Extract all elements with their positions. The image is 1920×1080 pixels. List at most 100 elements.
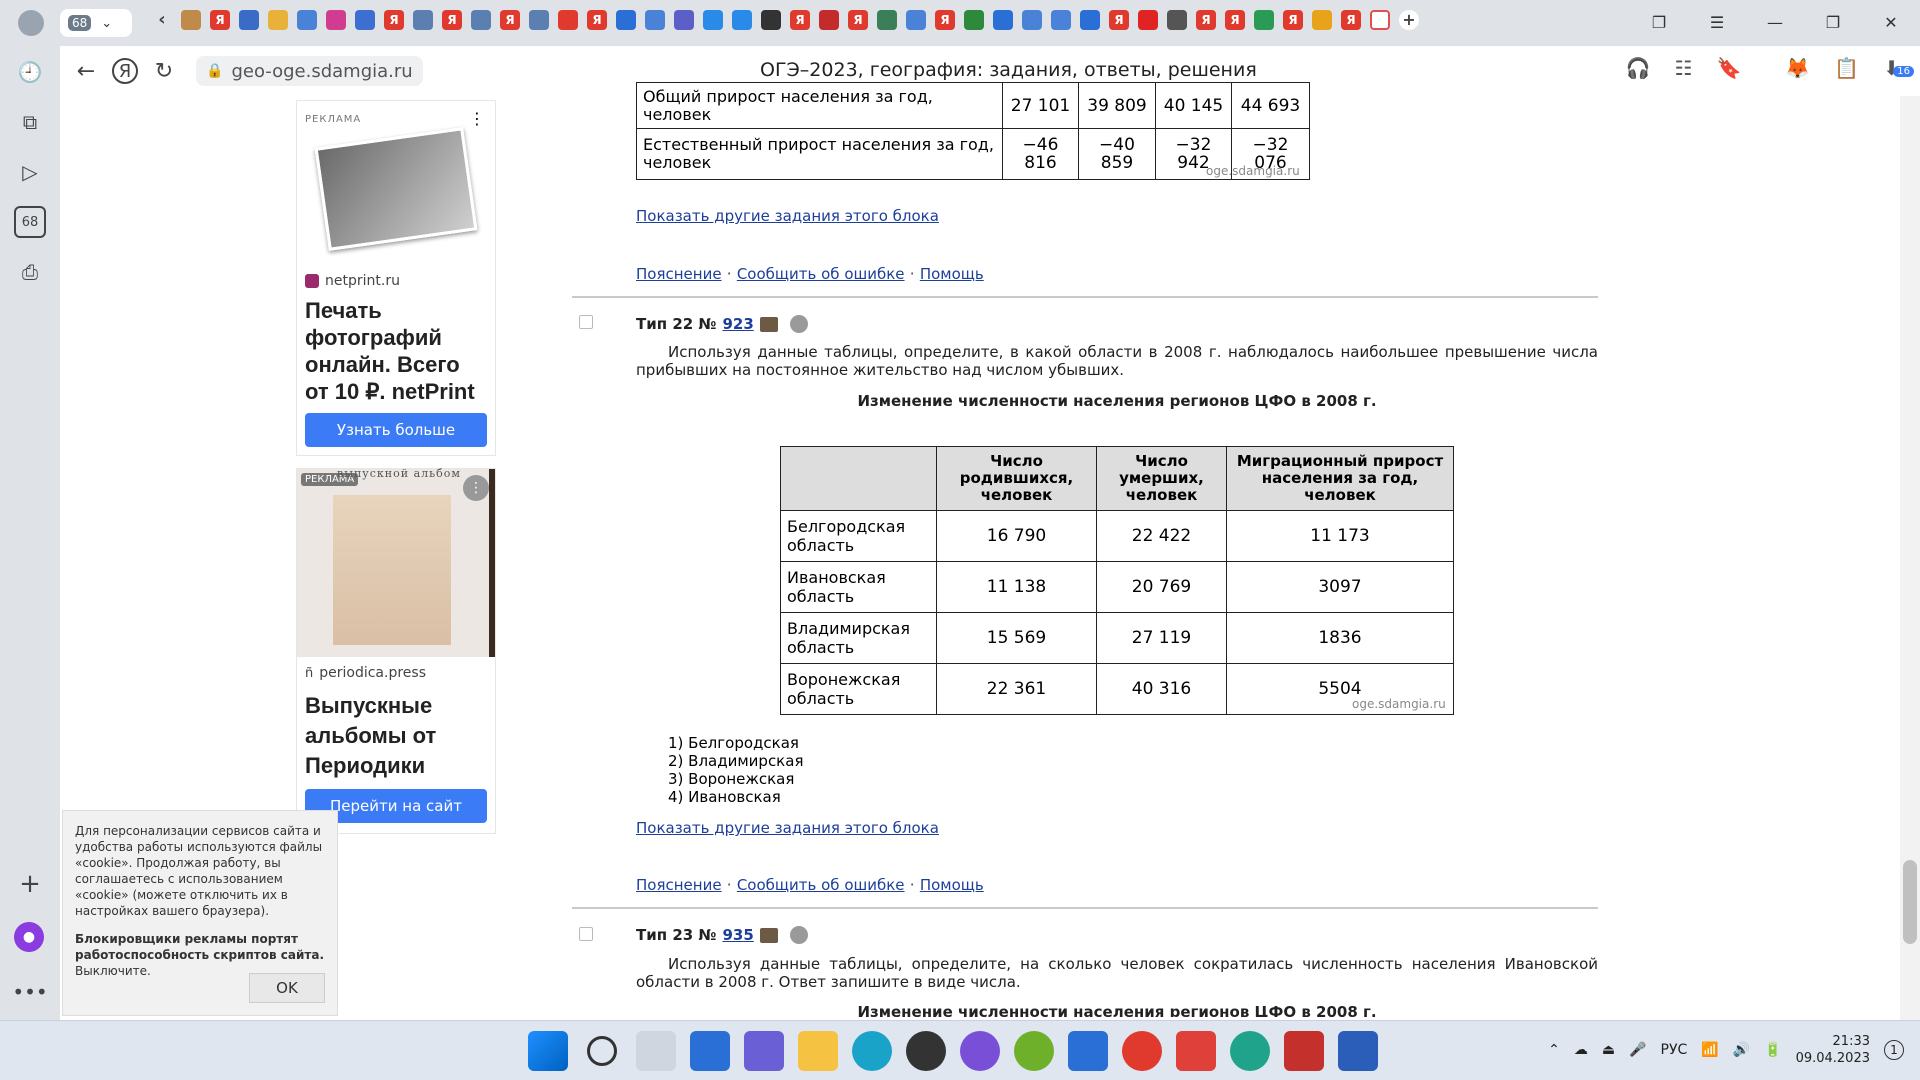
explanation-link[interactable]: Пояснение: [636, 876, 722, 894]
help-link[interactable]: Помощь: [920, 265, 984, 283]
url-field[interactable]: 🔒 geo-oge.sdamgia.ru: [196, 56, 423, 86]
pocket-icon[interactable]: [1068, 1031, 1108, 1071]
ad-menu-icon[interactable]: ⋮: [469, 109, 485, 128]
task-view-icon[interactable]: [636, 1031, 676, 1071]
scrollbar-thumb[interactable]: [1903, 860, 1917, 944]
tab-favicon[interactable]: [239, 10, 259, 30]
bookmark-icon[interactable]: 🔖: [1717, 56, 1742, 80]
report-error-link[interactable]: Сообщить об ошибке: [737, 876, 905, 894]
tab-favicon[interactable]: [877, 10, 897, 30]
tab-favicon[interactable]: [761, 10, 781, 30]
menu-icon[interactable]: ☰: [1688, 0, 1746, 44]
tab-counter-button[interactable]: 68 ⌄: [60, 9, 132, 37]
pdf-icon[interactable]: [1284, 1031, 1324, 1071]
reader-mode-icon[interactable]: ☷: [1675, 56, 1693, 80]
task-checkbox[interactable]: [579, 315, 593, 329]
active-tab-favicon[interactable]: [1370, 10, 1390, 30]
file-explorer-icon[interactable]: [798, 1031, 838, 1071]
tab-favicon[interactable]: Я: [935, 10, 955, 30]
screenshot-icon[interactable]: ⎙: [14, 256, 46, 288]
tab-favicon[interactable]: [703, 10, 723, 30]
video-icon[interactable]: ▷: [14, 156, 46, 188]
app-q-icon[interactable]: [1014, 1031, 1054, 1071]
usb-icon[interactable]: ⏏: [1602, 1042, 1615, 1058]
back-tabs-icon[interactable]: ‹: [152, 10, 172, 30]
alice-icon[interactable]: ●: [14, 922, 44, 952]
show-other-tasks-link[interactable]: Показать другие задания этого блока: [636, 207, 939, 225]
word-icon[interactable]: [1338, 1031, 1378, 1071]
tabs-count-icon[interactable]: 68: [14, 206, 46, 238]
tabs-overview-icon[interactable]: ❐: [1630, 0, 1688, 44]
tab-favicon[interactable]: [413, 10, 433, 30]
tab-favicon[interactable]: [906, 10, 926, 30]
help-link[interactable]: Помощь: [920, 876, 984, 894]
volume-icon[interactable]: 🔊: [1733, 1042, 1750, 1058]
tab-favicon[interactable]: [181, 10, 201, 30]
ad-periodica[interactable]: РЕКЛАМА выпускной альбом ⋮ ñ periodica.pr…: [296, 467, 496, 834]
new-tab-icon[interactable]: +: [1399, 10, 1419, 30]
tab-favicon[interactable]: Я: [384, 10, 404, 30]
app-e-icon[interactable]: [1230, 1031, 1270, 1071]
wifi-icon[interactable]: 📶: [1701, 1042, 1718, 1058]
ad-menu-icon[interactable]: ⋮: [463, 475, 489, 501]
yandex-browser-icon[interactable]: [1122, 1031, 1162, 1071]
tab-favicon[interactable]: [297, 10, 317, 30]
add-panel-icon[interactable]: +: [14, 868, 46, 900]
yandex-logo-icon[interactable]: Я: [112, 58, 138, 84]
tab-favicon[interactable]: Я: [790, 10, 810, 30]
tab-favicon[interactable]: [1138, 10, 1158, 30]
tab-favicon[interactable]: [355, 10, 375, 30]
microphone-icon[interactable]: 🎤: [1629, 1042, 1646, 1058]
scrollbar[interactable]: [1900, 96, 1920, 1020]
tab-favicon[interactable]: [326, 10, 346, 30]
tab-favicon[interactable]: [819, 10, 839, 30]
close-icon[interactable]: ✕: [1862, 0, 1920, 44]
task-number-link[interactable]: 935: [722, 926, 753, 944]
folder-icon[interactable]: [759, 927, 778, 943]
more-icon[interactable]: •••: [12, 976, 47, 1008]
tab-favicon[interactable]: [558, 10, 578, 30]
tab-favicon[interactable]: Я: [500, 10, 520, 30]
reload-icon[interactable]: ↻: [146, 53, 182, 89]
back-arrow-icon[interactable]: ←: [68, 53, 104, 89]
language-indicator[interactable]: РУС: [1661, 1042, 1688, 1058]
profile-icon[interactable]: [18, 10, 44, 36]
tab-favicon[interactable]: Я: [848, 10, 868, 30]
tab-favicon[interactable]: [616, 10, 636, 30]
tab-favicon[interactable]: [1051, 10, 1071, 30]
tab-favicon[interactable]: Я: [1283, 10, 1303, 30]
tab-favicon[interactable]: [529, 10, 549, 30]
headphones-icon[interactable]: 🎧: [1626, 56, 1651, 80]
tab-favicon[interactable]: Я: [1196, 10, 1216, 30]
tab-favicon[interactable]: [732, 10, 752, 30]
tab-favicon[interactable]: [993, 10, 1013, 30]
app-icon[interactable]: [906, 1031, 946, 1071]
clock[interactable]: 21:33 09.04.2023: [1796, 1033, 1870, 1067]
teams-icon[interactable]: [744, 1031, 784, 1071]
task-checkbox[interactable]: [579, 927, 593, 941]
download-icon[interactable]: ⬇ 16: [1883, 56, 1914, 80]
tab-favicon[interactable]: [1022, 10, 1042, 30]
tab-favicon[interactable]: [268, 10, 288, 30]
widgets-icon[interactable]: [690, 1031, 730, 1071]
cookie-ok-button[interactable]: OK: [249, 973, 325, 1003]
anydesk-icon[interactable]: [1176, 1031, 1216, 1071]
windows-start-icon[interactable]: [528, 1031, 568, 1071]
tab-favicon[interactable]: [471, 10, 491, 30]
viber-icon[interactable]: [960, 1031, 1000, 1071]
explanation-link[interactable]: Пояснение: [636, 265, 722, 283]
collections-icon[interactable]: 📋: [1834, 56, 1859, 80]
chevron-up-icon[interactable]: ⌃: [1548, 1042, 1560, 1058]
tab-favicon[interactable]: [645, 10, 665, 30]
search-icon[interactable]: [587, 1036, 617, 1066]
tab-favicon[interactable]: Я: [1109, 10, 1129, 30]
minimize-icon[interactable]: —: [1746, 0, 1804, 44]
ad-cta-button[interactable]: Узнать больше: [305, 413, 487, 447]
edge-icon[interactable]: [852, 1031, 892, 1071]
tab-favicon[interactable]: [1080, 10, 1100, 30]
tab-favicon[interactable]: [674, 10, 694, 30]
tab-favicon[interactable]: [1254, 10, 1274, 30]
battery-icon[interactable]: 🔋: [1764, 1042, 1781, 1058]
tab-favicon[interactable]: Я: [442, 10, 462, 30]
show-other-tasks-link[interactable]: Показать другие задания этого блока: [636, 819, 939, 837]
